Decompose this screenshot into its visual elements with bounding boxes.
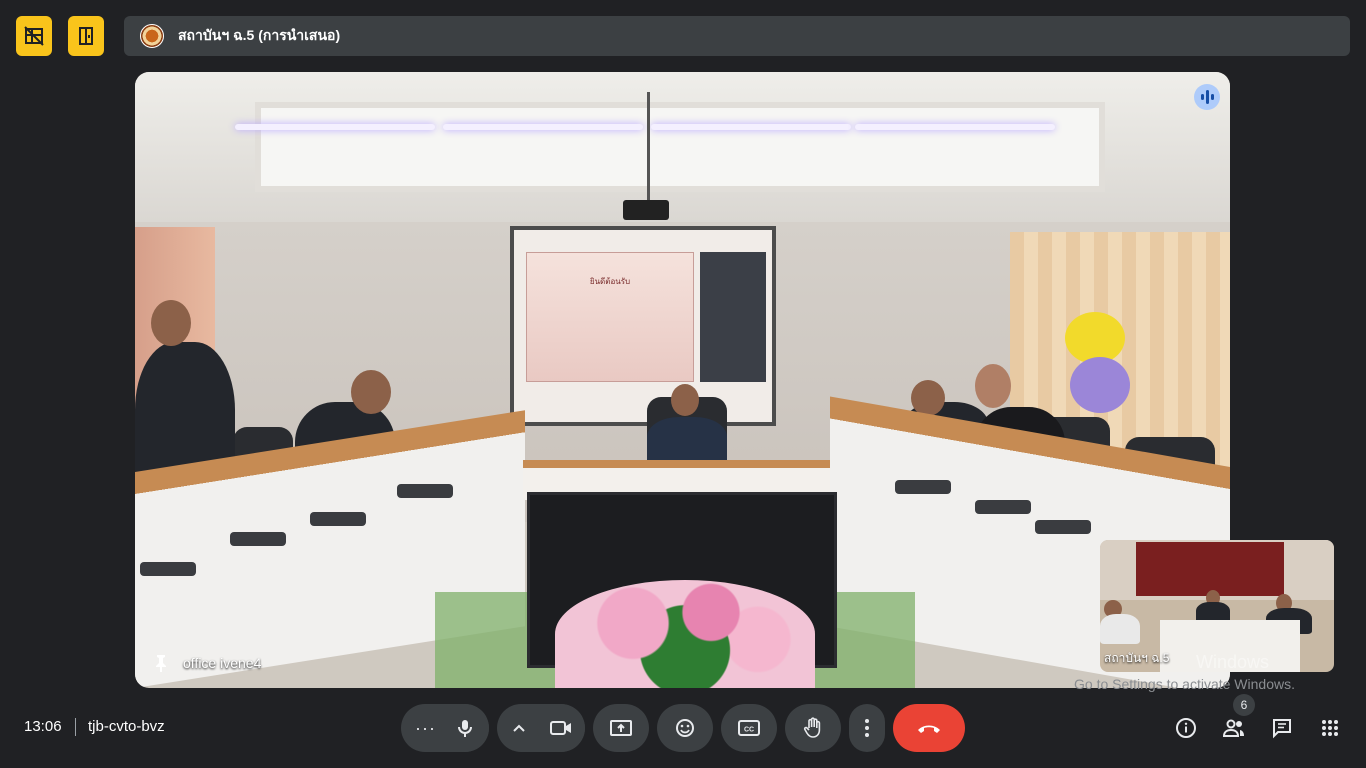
leave-call-button[interactable] <box>893 704 965 752</box>
self-view-banner <box>1136 542 1284 596</box>
seated-person <box>1100 614 1140 644</box>
audio-level-icon <box>1194 84 1220 110</box>
present-screen-icon <box>610 720 632 736</box>
decor-flower <box>1070 357 1130 413</box>
layout-button[interactable] <box>16 16 52 56</box>
head <box>351 370 391 414</box>
self-view-tile[interactable]: สถาบันฯ ฉ.5 Windows <box>1100 540 1334 672</box>
more-options-button[interactable] <box>849 704 885 752</box>
people-icon <box>1222 719 1244 737</box>
projection-screen: ยินดีต้อนรับ <box>510 226 776 426</box>
chevron-up-icon[interactable] <box>513 724 525 732</box>
more-vert-icon <box>865 719 869 737</box>
meeting-details-button[interactable] <box>1172 714 1200 742</box>
activities-button[interactable] <box>1316 714 1344 742</box>
svg-text:CC: CC <box>744 727 754 734</box>
head <box>151 300 191 346</box>
microphone <box>895 480 951 494</box>
microphone-icon <box>458 720 472 737</box>
chat-button[interactable] <box>1268 714 1296 742</box>
ceiling-coffer <box>255 102 1105 192</box>
head <box>671 384 699 416</box>
captions-button[interactable]: CC <box>721 704 777 752</box>
meeting-code: tjb-cvto-bvz <box>88 718 165 735</box>
info-icon <box>1176 718 1196 738</box>
decor-flower <box>1065 312 1125 364</box>
microphone <box>975 500 1031 514</box>
microphone <box>397 484 453 498</box>
presentation-slide: ยินดีต้อนรับ <box>526 252 694 382</box>
chat-icon <box>1273 719 1291 739</box>
institution-logo <box>140 24 164 48</box>
video-control-group <box>497 704 585 752</box>
participant-count-badge: 6 <box>1233 694 1255 716</box>
main-video-tile[interactable]: ยินดีต้อนรับ office ivene4 <box>135 72 1230 688</box>
ceiling-light <box>235 124 435 130</box>
pin-icon[interactable] <box>153 654 169 672</box>
ceiling-light <box>443 124 643 130</box>
camera-icon <box>550 721 571 735</box>
ceiling-light <box>855 124 1055 130</box>
divider <box>75 718 76 736</box>
microphone-button[interactable] <box>441 704 489 752</box>
windows-activation-watermark: Go to Settings to activate Windows. <box>1074 676 1295 692</box>
projector <box>623 200 669 220</box>
self-view-name: สถาบันฯ ฉ.5 <box>1104 651 1170 665</box>
ceiling-light <box>651 124 851 130</box>
door-icon <box>79 27 93 45</box>
present-button[interactable] <box>593 704 649 752</box>
windows-overlay: Windows <box>1196 652 1270 672</box>
reactions-button[interactable] <box>657 704 713 752</box>
slide-heading: ยินดีต้อนรับ <box>589 277 631 286</box>
audio-control-group: ··· <box>401 704 489 752</box>
door-button[interactable] <box>68 16 104 56</box>
meeting-title-bar: สถาบันฯ ฉ.5 (การนำเสนอ) <box>124 16 1350 56</box>
microphone <box>140 562 196 576</box>
apps-grid-icon <box>1322 720 1338 736</box>
control-bar: 13:06 tjb-cvto-bvz ··· CC 6 <box>0 694 1366 756</box>
participant-name: office ivene4 <box>183 655 262 671</box>
hand-icon <box>803 717 821 738</box>
emoji-icon <box>676 719 694 737</box>
participant-label: office ivene4 <box>153 654 261 672</box>
microphone <box>230 532 286 546</box>
audio-options-icon[interactable]: ··· <box>415 718 436 739</box>
captions-icon: CC <box>738 720 760 736</box>
meeting-time: 13:06 <box>24 718 62 735</box>
grid-off-icon <box>24 26 44 46</box>
flower-arrangement <box>555 580 815 688</box>
microphone <box>1035 520 1091 534</box>
camera-button[interactable] <box>537 704 585 752</box>
microphone <box>310 512 366 526</box>
slide-participant-strip <box>700 252 766 382</box>
raise-hand-button[interactable] <box>785 704 841 752</box>
head <box>975 364 1011 408</box>
end-call-icon <box>918 725 940 733</box>
meeting-title: สถาบันฯ ฉ.5 (การนำเสนอ) <box>178 27 341 43</box>
head <box>911 380 945 416</box>
projector-pole <box>647 92 650 202</box>
people-button[interactable] <box>1220 714 1248 742</box>
